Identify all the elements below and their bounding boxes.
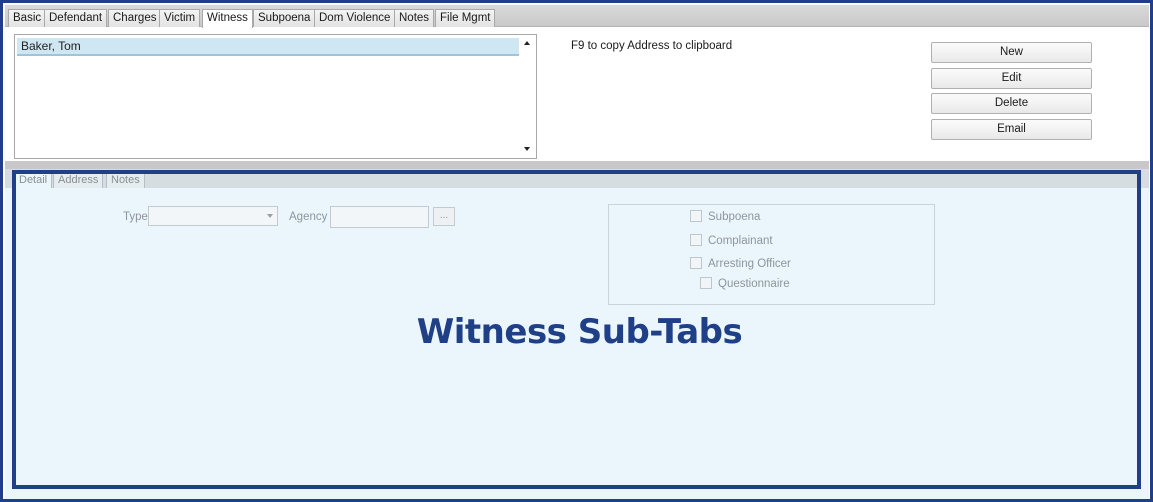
subpoena-label: Subpoena — [708, 211, 761, 223]
tab-file-mgmt[interactable]: File Mgmt — [435, 9, 496, 27]
tab-witness[interactable]: Witness — [202, 9, 253, 28]
witness-list[interactable]: Baker, Tom — [14, 34, 537, 159]
scroll-down-icon[interactable] — [524, 147, 530, 151]
arresting-officer-label: Arresting Officer — [708, 258, 791, 270]
email-button[interactable]: Email — [931, 119, 1092, 140]
panel-separator — [5, 161, 1149, 169]
agency-browse-button[interactable]: ... — [433, 207, 455, 226]
tab-address[interactable]: Address — [53, 172, 104, 188]
clipboard-hint: F9 to copy Address to clipboard — [571, 40, 733, 52]
agency-label: Agency — [289, 211, 328, 223]
chevron-down-icon — [267, 214, 273, 218]
complainant-label: Complainant — [708, 235, 773, 247]
tab-victim[interactable]: Victim — [159, 9, 201, 27]
arresting-officer-checkbox[interactable] — [690, 257, 702, 269]
list-scrollbar[interactable] — [520, 35, 536, 158]
tab-subpoena[interactable]: Subpoena — [253, 9, 316, 27]
tab-notes[interactable]: Notes — [394, 9, 435, 27]
list-item[interactable]: Baker, Tom — [17, 38, 519, 56]
main-tab-strip: Basic Defendant Charges Victim Witness S… — [5, 5, 1149, 28]
type-label: Type — [123, 211, 148, 223]
tab-charges[interactable]: Charges — [108, 9, 162, 27]
tab-basic[interactable]: Basic — [8, 9, 47, 27]
tab-defendant[interactable]: Defendant — [44, 9, 108, 27]
delete-button[interactable]: Delete — [931, 93, 1092, 114]
questionnaire-checkbox[interactable] — [700, 277, 712, 289]
tab-detail[interactable]: Detail — [14, 172, 53, 188]
edit-button[interactable]: Edit — [931, 68, 1092, 89]
sub-tab-strip: Detail Address Notes — [5, 169, 1149, 188]
questionnaire-label: Questionnaire — [718, 278, 790, 290]
complainant-checkbox[interactable] — [690, 234, 702, 246]
tab-sub-notes[interactable]: Notes — [106, 172, 145, 188]
app-window: Basic Defendant Charges Victim Witness S… — [0, 0, 1153, 502]
subpoena-checkbox[interactable] — [690, 210, 702, 222]
callout-title: Witness Sub-Tabs — [416, 312, 743, 352]
tab-dom-violence[interactable]: Dom Violence — [314, 9, 396, 27]
agency-field[interactable] — [330, 206, 429, 228]
scroll-up-icon[interactable] — [524, 41, 530, 45]
type-select[interactable] — [148, 206, 278, 226]
new-button[interactable]: New — [931, 42, 1092, 63]
